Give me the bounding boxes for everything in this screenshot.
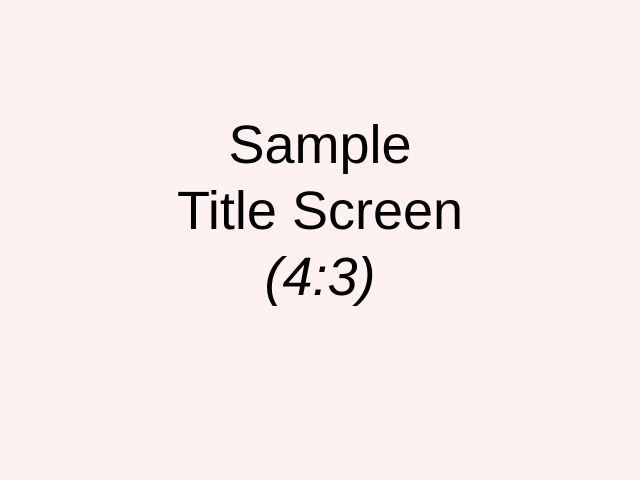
title-line-title-screen: Title Screen — [176, 181, 464, 241]
title-block: Sample Title Screen (4:3) — [0, 112, 640, 310]
title-screen: Sample Title Screen (4:3) — [0, 0, 640, 480]
aspect-ratio-label: (4:3) — [264, 247, 376, 307]
title-line-sample: Sample — [228, 115, 412, 175]
